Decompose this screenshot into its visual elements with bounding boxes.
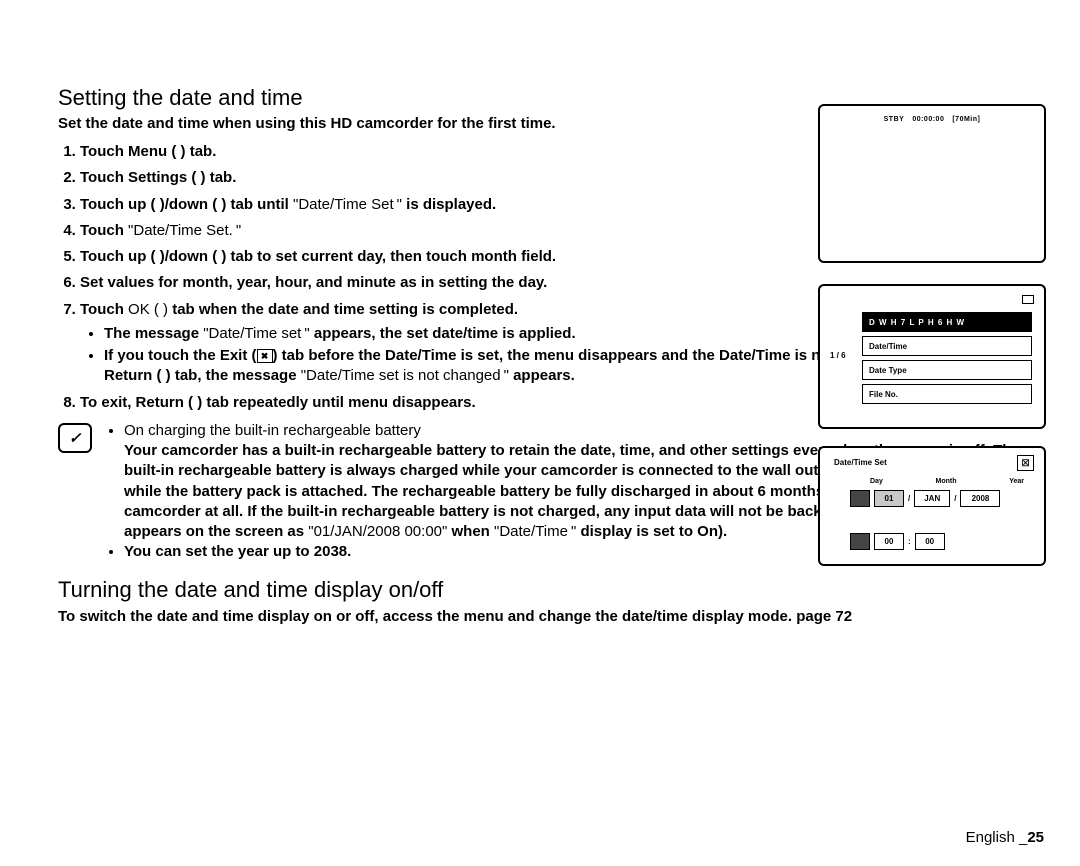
label-year: Year: [1009, 478, 1024, 485]
paragraph-display-mode: To switch the date and time display on o…: [58, 607, 1046, 627]
note-icon: ✓: [58, 423, 92, 453]
heading-turning-display: Turning the date and time display on/off: [58, 577, 1046, 603]
colon: :: [908, 537, 911, 546]
slash-1: /: [908, 494, 910, 503]
battery-icon: [1022, 295, 1034, 304]
cell-minute: 00: [915, 533, 945, 550]
cell-hour: 00: [874, 533, 904, 550]
label-month: Month: [936, 478, 957, 485]
figure-preview-screen: STBY 00:00:00 [70Min]: [818, 104, 1046, 263]
label-day: Day: [870, 478, 883, 485]
exit-icon: ✖: [257, 349, 273, 363]
cell-year: 2008: [960, 490, 1000, 507]
fig1-remaining: [70Min]: [952, 116, 980, 123]
fig1-stby: STBY: [884, 116, 905, 123]
figure-datetime-set: Date/Time Set ☒ Day Month Year 01 / JAN …: [818, 446, 1046, 566]
menu-row-fileno: File No.: [862, 384, 1032, 404]
menu-row-selected: D W H 7 L P H 6 H W: [862, 312, 1032, 332]
fig2-page-indicator: 1 / 6: [830, 351, 846, 360]
menu-row-datetime: Date/Time: [862, 336, 1032, 356]
menu-row-datetype: Date Type: [862, 360, 1032, 380]
cell-day: 01: [874, 490, 904, 507]
cell-month: JAN: [914, 490, 950, 507]
dark-field-2: [850, 533, 870, 550]
slash-2: /: [954, 494, 956, 503]
close-icon: ☒: [1017, 455, 1034, 471]
figure-menu-screen: 1 / 6 D W H 7 L P H 6 H W Date/Time Date…: [818, 284, 1046, 429]
dark-field: [850, 490, 870, 507]
fig1-time: 00:00:00: [912, 116, 944, 123]
footer-language: English _: [966, 829, 1028, 846]
fig3-title: Date/Time Set: [834, 458, 887, 467]
page-footer: English _25: [966, 829, 1044, 846]
footer-page-number: 25: [1027, 829, 1044, 846]
